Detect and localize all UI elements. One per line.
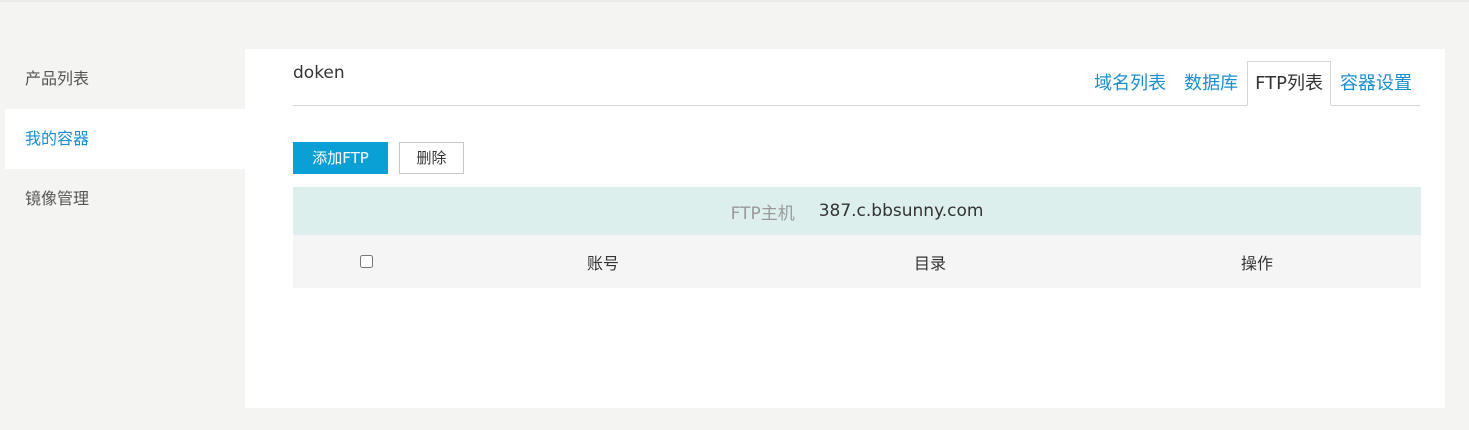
ftp-table-header: 账号 目录 操作	[293, 235, 1421, 288]
tab-bar: 域名列表 数据库 FTP列表 容器设置	[1085, 61, 1421, 106]
select-all-cell	[293, 251, 439, 272]
add-ftp-button[interactable]: 添加FTP	[293, 142, 388, 174]
ftp-host-bar: FTP主机 387.c.bbsunny.com	[293, 187, 1421, 235]
column-header-account: 账号	[586, 253, 619, 273]
ftp-host-label: FTP主机	[730, 203, 795, 224]
sidebar-item-images[interactable]: 镜像管理	[5, 169, 245, 229]
delete-button[interactable]: 删除	[399, 142, 464, 174]
sidebar-item-products[interactable]: 产品列表	[5, 49, 245, 109]
select-all-checkbox[interactable]	[359, 255, 373, 268]
container-name: doken	[293, 63, 345, 83]
top-strip	[0, 0, 1469, 2]
main-panel: doken 域名列表 数据库 FTP列表 容器设置 添加FTP 删除 FTP主机…	[245, 49, 1445, 408]
ftp-host-value: 387.c.bbsunny.com	[818, 201, 984, 221]
sidebar-item-my-containers[interactable]: 我的容器	[5, 109, 245, 169]
tab-database[interactable]: 数据库	[1175, 62, 1247, 106]
tab-domains[interactable]: 域名列表	[1085, 62, 1175, 106]
column-header-actions: 操作	[1240, 253, 1273, 273]
column-header-directory: 目录	[913, 253, 946, 273]
tab-ftp-list[interactable]: FTP列表	[1247, 61, 1331, 106]
sidebar: 产品列表 我的容器 镜像管理	[5, 49, 245, 229]
tab-container-settings[interactable]: 容器设置	[1331, 62, 1421, 106]
